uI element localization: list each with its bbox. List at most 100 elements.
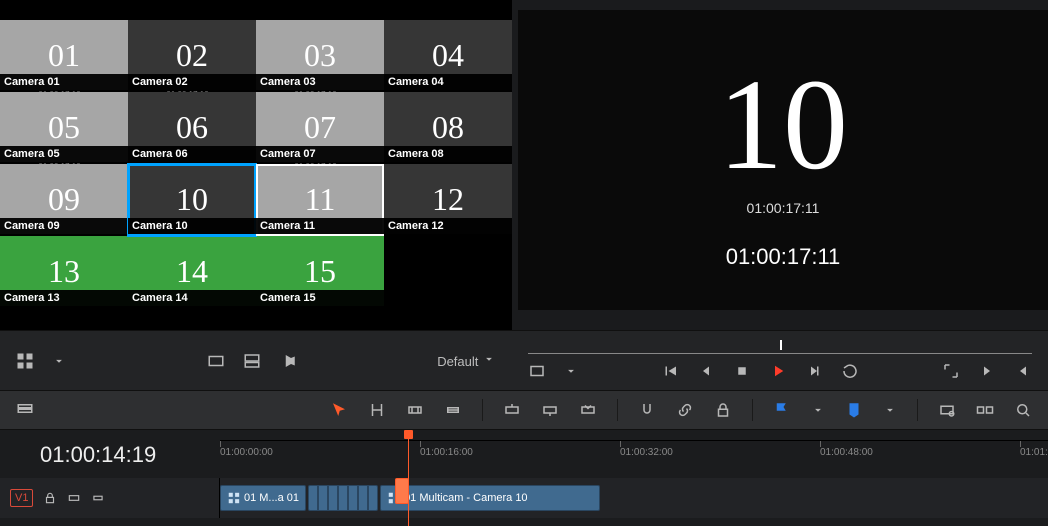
play-icon[interactable] [769, 362, 787, 380]
dynamic-trim-icon[interactable] [406, 401, 424, 419]
angle-label: Camera 09 [0, 218, 128, 234]
chevron-down-icon[interactable] [52, 354, 66, 368]
multicam-angle-10[interactable]: 10Camera 10 [128, 164, 256, 236]
go-start-icon[interactable] [661, 362, 679, 380]
detail-zoom-icon[interactable] [976, 401, 994, 419]
angle-number: 13 [48, 253, 80, 290]
multicam-angle-08[interactable]: 08Camera 08 [384, 92, 512, 164]
lock-icon[interactable] [714, 401, 732, 419]
multicam-angle-02[interactable]: 02Camera 0201:00:17:10 [128, 20, 256, 92]
timeline-clip[interactable]: 01 Multicam - Camera 10 [380, 485, 600, 511]
angle-number: 12 [432, 181, 464, 218]
angle-number: 15 [304, 253, 336, 290]
ruler-tick: 01:01:04: [1020, 447, 1048, 458]
track-enable-icon[interactable] [91, 491, 105, 505]
angle-number: 08 [432, 109, 464, 146]
multicam-angle-03[interactable]: 03Camera 0301:00:17:10 [256, 20, 384, 92]
multicam-source-viewer: 01Camera 0101:00:17:1002Camera 0201:00:1… [0, 0, 512, 330]
angle-label: Camera 06 [128, 146, 256, 162]
angle-number: 11 [305, 181, 336, 218]
program-viewer: 10 01:00:17:11 01:00:17:11 [518, 10, 1048, 310]
chevron-down-icon [482, 352, 496, 366]
multicam-grid: 01Camera 0101:00:17:1002Camera 0201:00:1… [0, 20, 512, 308]
chevron-down-icon[interactable] [811, 403, 825, 417]
marker-icon[interactable] [845, 401, 863, 419]
zoom-to-fit-icon[interactable] [938, 401, 956, 419]
link-icon[interactable] [676, 401, 694, 419]
multicam-angle-01[interactable]: 01Camera 0101:00:17:10 [0, 20, 128, 92]
ruler-tick: 01:00:32:00 [620, 447, 673, 458]
next-clip-icon[interactable] [978, 362, 996, 380]
av-switch-icon[interactable] [243, 352, 261, 370]
multicam-angle-14[interactable]: 14Camera 14 [128, 236, 256, 308]
multicam-angle-12[interactable]: 12Camera 12 [384, 164, 512, 236]
auto-select-icon[interactable] [67, 491, 81, 505]
timeline-clip[interactable]: 01 M...a 01 [220, 485, 306, 511]
multicam-angle-15[interactable]: 15Camera 15 [256, 236, 384, 308]
match-frame-icon[interactable] [528, 362, 546, 380]
audio-switch-icon[interactable] [279, 352, 297, 370]
multicam-view-icon[interactable] [16, 352, 34, 370]
angle-sort-dropdown[interactable]: Default [437, 352, 496, 369]
flag-icon[interactable] [773, 401, 791, 419]
multicam-angle-13[interactable]: 13Camera 13 [0, 236, 128, 308]
angle-label: Camera 13 [0, 290, 128, 306]
overwrite-clip-icon[interactable] [541, 401, 559, 419]
trim-tool-icon[interactable] [368, 401, 386, 419]
loop-icon[interactable] [841, 362, 859, 380]
timeline-ruler[interactable]: 01:00:00:00 01:00:16:00 01:00:32:00 01:00:4… [220, 440, 1048, 470]
angle-number: 10 [176, 181, 208, 218]
ruler-tick: 01:00:16:00 [420, 447, 473, 458]
selection-tool-icon[interactable] [330, 401, 348, 419]
program-timecode-large: 01:00:17:11 [726, 244, 841, 270]
angle-number: 05 [48, 109, 80, 146]
ruler-tick: 01:00:48:00 [820, 447, 873, 458]
angle-label: Camera 14 [128, 290, 256, 306]
angle-number: 02 [176, 37, 208, 74]
timeline-panel: 01:00:14:19 01:00:00:0001:00:16:0001:00:… [0, 430, 1048, 526]
chevron-down-icon[interactable] [883, 403, 897, 417]
angle-label: Camera 15 [256, 290, 384, 306]
step-back-icon[interactable] [697, 362, 715, 380]
program-cam-number: 10 [718, 50, 848, 200]
angle-number: 06 [176, 109, 208, 146]
program-scrub-bar[interactable] [528, 342, 1032, 354]
timeline-toolbar [0, 390, 1048, 430]
multicam-angle-11[interactable]: 11Camera 11 [256, 164, 384, 236]
snap-icon[interactable] [638, 401, 656, 419]
multicam-angle-06[interactable]: 06Camera 0601:00:17:10 [128, 92, 256, 164]
blade-tool-icon[interactable] [444, 401, 462, 419]
stacked-timeline-icon[interactable] [16, 401, 34, 419]
replace-clip-icon[interactable] [579, 401, 597, 419]
angle-label: Camera 11 [256, 218, 384, 234]
angle-label: Camera 05 [0, 146, 128, 162]
chevron-down-icon[interactable] [564, 364, 578, 378]
angle-number: 09 [48, 181, 80, 218]
prev-clip-icon[interactable] [1014, 362, 1032, 380]
playhead-clip-indicator [395, 478, 409, 504]
stop-icon[interactable] [733, 362, 751, 380]
angle-label: Camera 07 [256, 146, 384, 162]
ruler-tick: 01:00:00:00 [220, 447, 273, 458]
angle-label: Camera 04 [384, 74, 512, 90]
angle-label: Camera 08 [384, 146, 512, 162]
search-icon[interactable] [1014, 401, 1032, 419]
fullscreen-icon[interactable] [942, 362, 960, 380]
multicam-clip-icon [227, 491, 241, 505]
insert-clip-icon[interactable] [503, 401, 521, 419]
lock-icon[interactable] [43, 491, 57, 505]
timeline-clip[interactable] [308, 485, 378, 511]
multicam-angle-07[interactable]: 07Camera 0701:00:17:10 [256, 92, 384, 164]
angle-label: Camera 02 [128, 74, 256, 90]
video-switch-icon[interactable] [207, 352, 225, 370]
multicam-angle-09[interactable]: 09Camera 09 [0, 164, 128, 236]
angle-number: 14 [176, 253, 208, 290]
multicam-angle-05[interactable]: 05Camera 0501:00:17:10 [0, 92, 128, 164]
angle-number: 01 [48, 37, 80, 74]
angle-label: Camera 03 [256, 74, 384, 90]
step-fwd-icon[interactable] [805, 362, 823, 380]
multicam-angle-04[interactable]: 04Camera 04 [384, 20, 512, 92]
timeline-timecode[interactable]: 01:00:14:19 [40, 442, 156, 468]
track-selector-v1[interactable]: V1 [10, 489, 33, 507]
program-timecode-small: 01:00:17:11 [747, 200, 820, 216]
